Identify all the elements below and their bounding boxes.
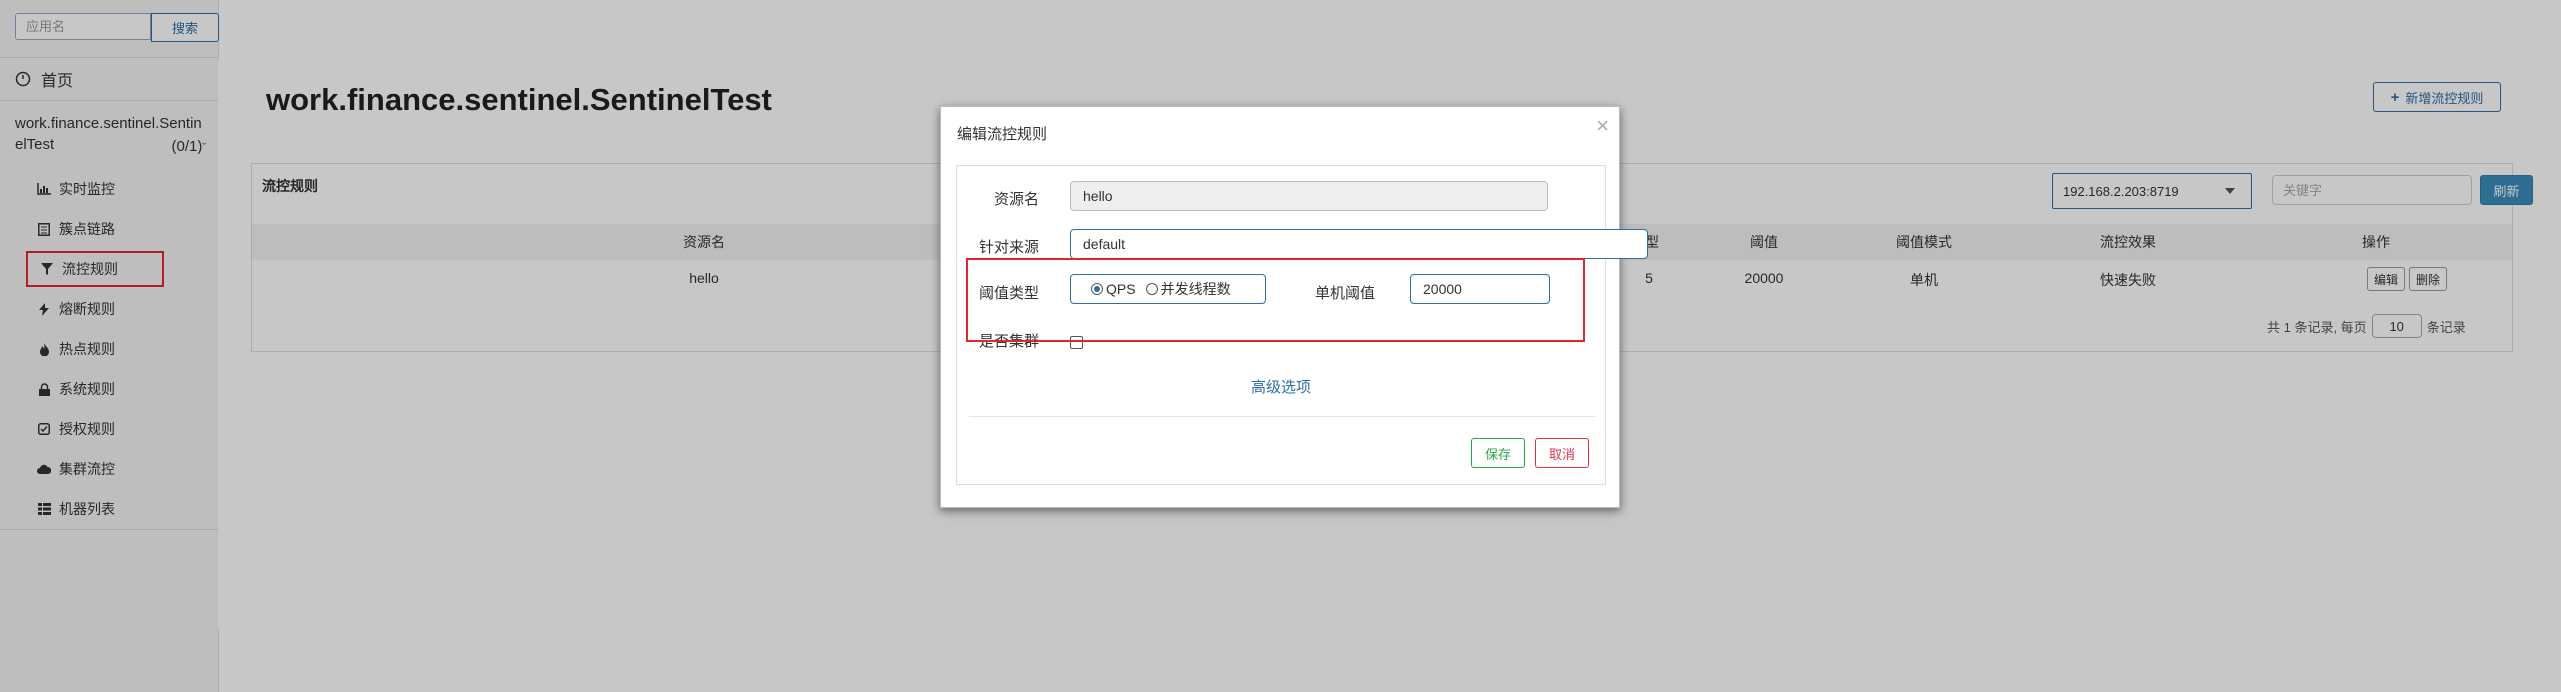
close-icon[interactable]: ×	[1596, 113, 1609, 139]
limit-app-label: 针对来源	[979, 239, 1040, 256]
cancel-button[interactable]: 取消	[1535, 438, 1589, 468]
advanced-options-link[interactable]: 高级选项	[1251, 376, 1311, 397]
resource-name-label: 资源名	[994, 191, 1040, 208]
limit-app-input[interactable]	[1070, 229, 1648, 259]
resource-name-input[interactable]	[1070, 181, 1548, 211]
dialog-divider	[969, 416, 1595, 417]
annotation-highlight-box	[966, 258, 1585, 342]
save-button[interactable]: 保存	[1471, 438, 1525, 468]
dialog-title: 编辑流控规则	[957, 126, 1048, 143]
